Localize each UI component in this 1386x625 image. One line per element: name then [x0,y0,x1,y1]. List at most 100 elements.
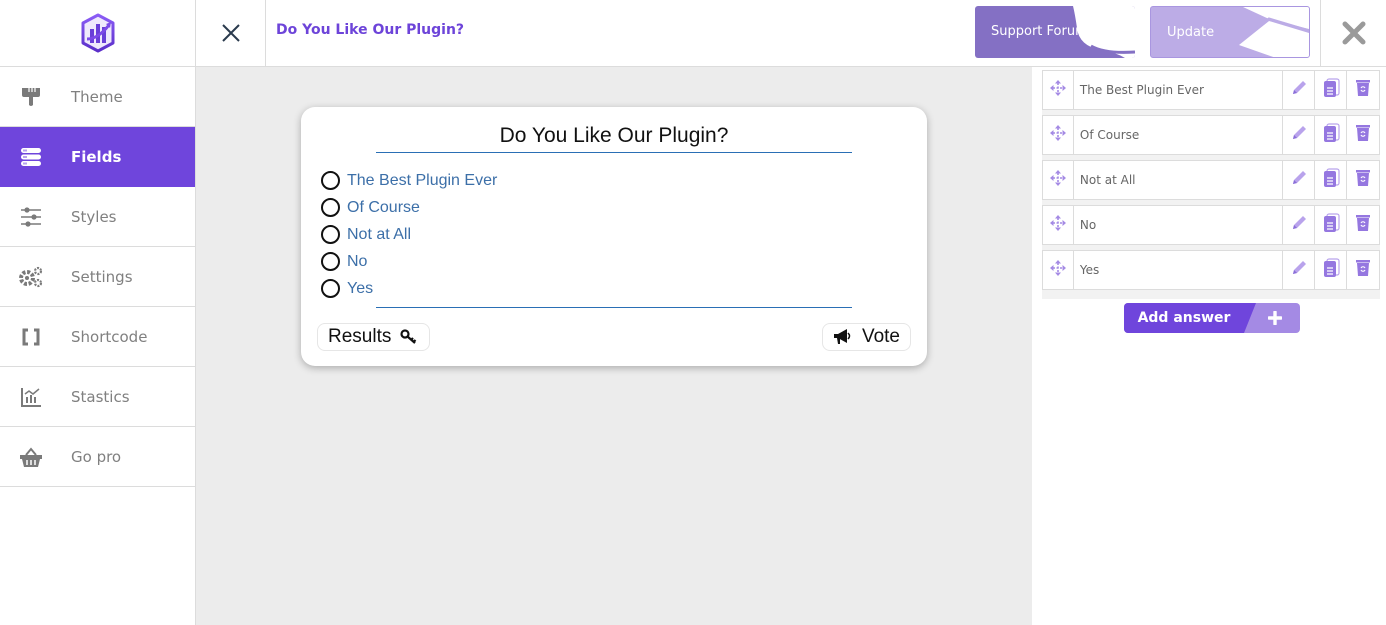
answer-row: Not at All [1042,160,1380,200]
radio-button[interactable] [321,198,340,217]
support-forum-button[interactable]: Support Forum [975,6,1135,58]
poll-preview-card: Do You Like Our Plugin? The Best Plugin … [301,107,927,366]
vote-button[interactable]: Vote [821,323,911,351]
sidebar-item-shortcode[interactable]: Shortcode [0,307,195,367]
sidebar-item-fields[interactable]: Fields [0,127,195,187]
sidebar-item-styles[interactable]: Styles [0,187,195,247]
answer-text[interactable]: Yes [1074,251,1284,289]
copy-icon [1322,168,1340,192]
poll-question: Do You Like Our Plugin? [376,124,852,153]
gears-icon [0,266,62,288]
exit-x-icon [1342,21,1365,45]
update-button[interactable]: Update [1150,6,1310,58]
trash-icon [1354,259,1372,281]
trash-icon [1354,79,1372,101]
edit-answer-button[interactable] [1283,71,1316,109]
sidebar-item-go-pro[interactable]: Go pro [0,427,195,487]
answer-label: Not at All [347,225,412,243]
pencil-icon [1290,214,1308,236]
delete-answer-button[interactable] [1347,71,1379,109]
drag-handle[interactable] [1043,206,1074,244]
move-arrows-icon [1049,214,1067,236]
sidebar: Theme Fields Styles Settings Shortcode S… [0,67,196,625]
answer-label: The Best Plugin Ever [347,171,498,189]
brackets-icon [0,327,62,347]
close-x-icon [221,24,240,42]
poll-answer-option[interactable]: Yes [321,275,497,302]
duplicate-answer-button[interactable] [1315,116,1348,154]
pencil-icon [1290,259,1308,281]
paint-brush-icon [0,86,62,108]
sliders-icon [0,206,62,227]
delete-answer-button[interactable] [1347,206,1379,244]
close-editor-button[interactable] [196,0,266,66]
drag-handle[interactable] [1043,116,1074,154]
poll-answer-option[interactable]: Not at All [321,221,497,248]
key-icon [400,329,417,344]
sidebar-item-settings[interactable]: Settings [0,247,195,307]
answers-editor-list: The Best Plugin Ever Of Course Not at All N… [1042,70,1380,299]
pencil-icon [1290,79,1308,101]
edit-answer-button[interactable] [1283,206,1316,244]
trash-icon [1354,169,1372,191]
trash-icon [1354,124,1372,146]
answer-text[interactable]: Of Course [1074,116,1284,154]
answer-text[interactable]: Not at All [1074,161,1284,199]
sidebar-item-label: Fields [71,147,122,166]
trash-icon [1354,214,1372,236]
radio-button[interactable] [321,252,340,271]
poll-answer-option[interactable]: The Best Plugin Ever [321,167,497,194]
duplicate-answer-button[interactable] [1315,71,1348,109]
support-forum-label: Support Forum [991,24,1088,39]
answer-row: Of Course [1042,115,1380,155]
sidebar-item-stastics[interactable]: Stastics [0,367,195,427]
page-title: Do You Like Our Plugin? [276,22,465,38]
pencil-icon [1290,169,1308,191]
move-arrows-icon [1049,169,1067,191]
update-label: Update [1167,25,1215,40]
drag-handle[interactable] [1043,251,1074,289]
duplicate-answer-button[interactable] [1315,161,1348,199]
drag-handle[interactable] [1043,161,1074,199]
radio-button[interactable] [321,171,340,190]
poll-divider [376,307,852,308]
add-answer-button[interactable]: Add answer [1124,303,1300,333]
copy-icon [1322,213,1340,237]
results-button[interactable]: Results [317,323,431,351]
preview-canvas: Do You Like Our Plugin? The Best Plugin … [196,67,1032,625]
basket-icon [0,446,62,468]
sidebar-item-label: Settings [71,267,133,286]
delete-answer-button[interactable] [1347,161,1379,199]
database-list-icon [0,147,62,167]
answer-row: No [1042,205,1380,245]
drag-handle[interactable] [1043,71,1074,109]
radio-button[interactable] [321,225,340,244]
duplicate-answer-button[interactable] [1315,251,1348,289]
poll-answer-option[interactable]: Of Course [321,194,497,221]
add-answer-label: Add answer [1124,303,1256,333]
chart-hexagon-logo-icon [81,13,114,53]
copy-icon [1322,258,1340,282]
poll-answer-option[interactable]: No [321,248,497,275]
exit-button[interactable] [1320,0,1386,66]
delete-answer-button[interactable] [1347,251,1379,289]
sidebar-item-theme[interactable]: Theme [0,67,195,127]
move-arrows-icon [1049,259,1067,281]
sidebar-item-label: Go pro [71,447,122,466]
answer-row: The Best Plugin Ever [1042,70,1380,110]
answer-text[interactable]: The Best Plugin Ever [1074,71,1284,109]
delete-answer-button[interactable] [1347,116,1379,154]
radio-button[interactable] [321,279,340,298]
duplicate-answer-button[interactable] [1315,206,1348,244]
poll-answers: The Best Plugin Ever Of Course Not at Al… [321,167,497,302]
edit-answer-button[interactable] [1283,116,1316,154]
logo [0,0,196,66]
answers-editor-panel: The Best Plugin Ever Of Course Not at All N… [1032,67,1386,625]
answer-label: Of Course [347,198,420,216]
edit-answer-button[interactable] [1283,251,1316,289]
sidebar-item-label: Shortcode [71,327,148,346]
answer-row: Yes [1042,250,1380,290]
answer-text[interactable]: No [1074,206,1284,244]
edit-answer-button[interactable] [1283,161,1316,199]
paper-plane-icon [1234,7,1309,57]
